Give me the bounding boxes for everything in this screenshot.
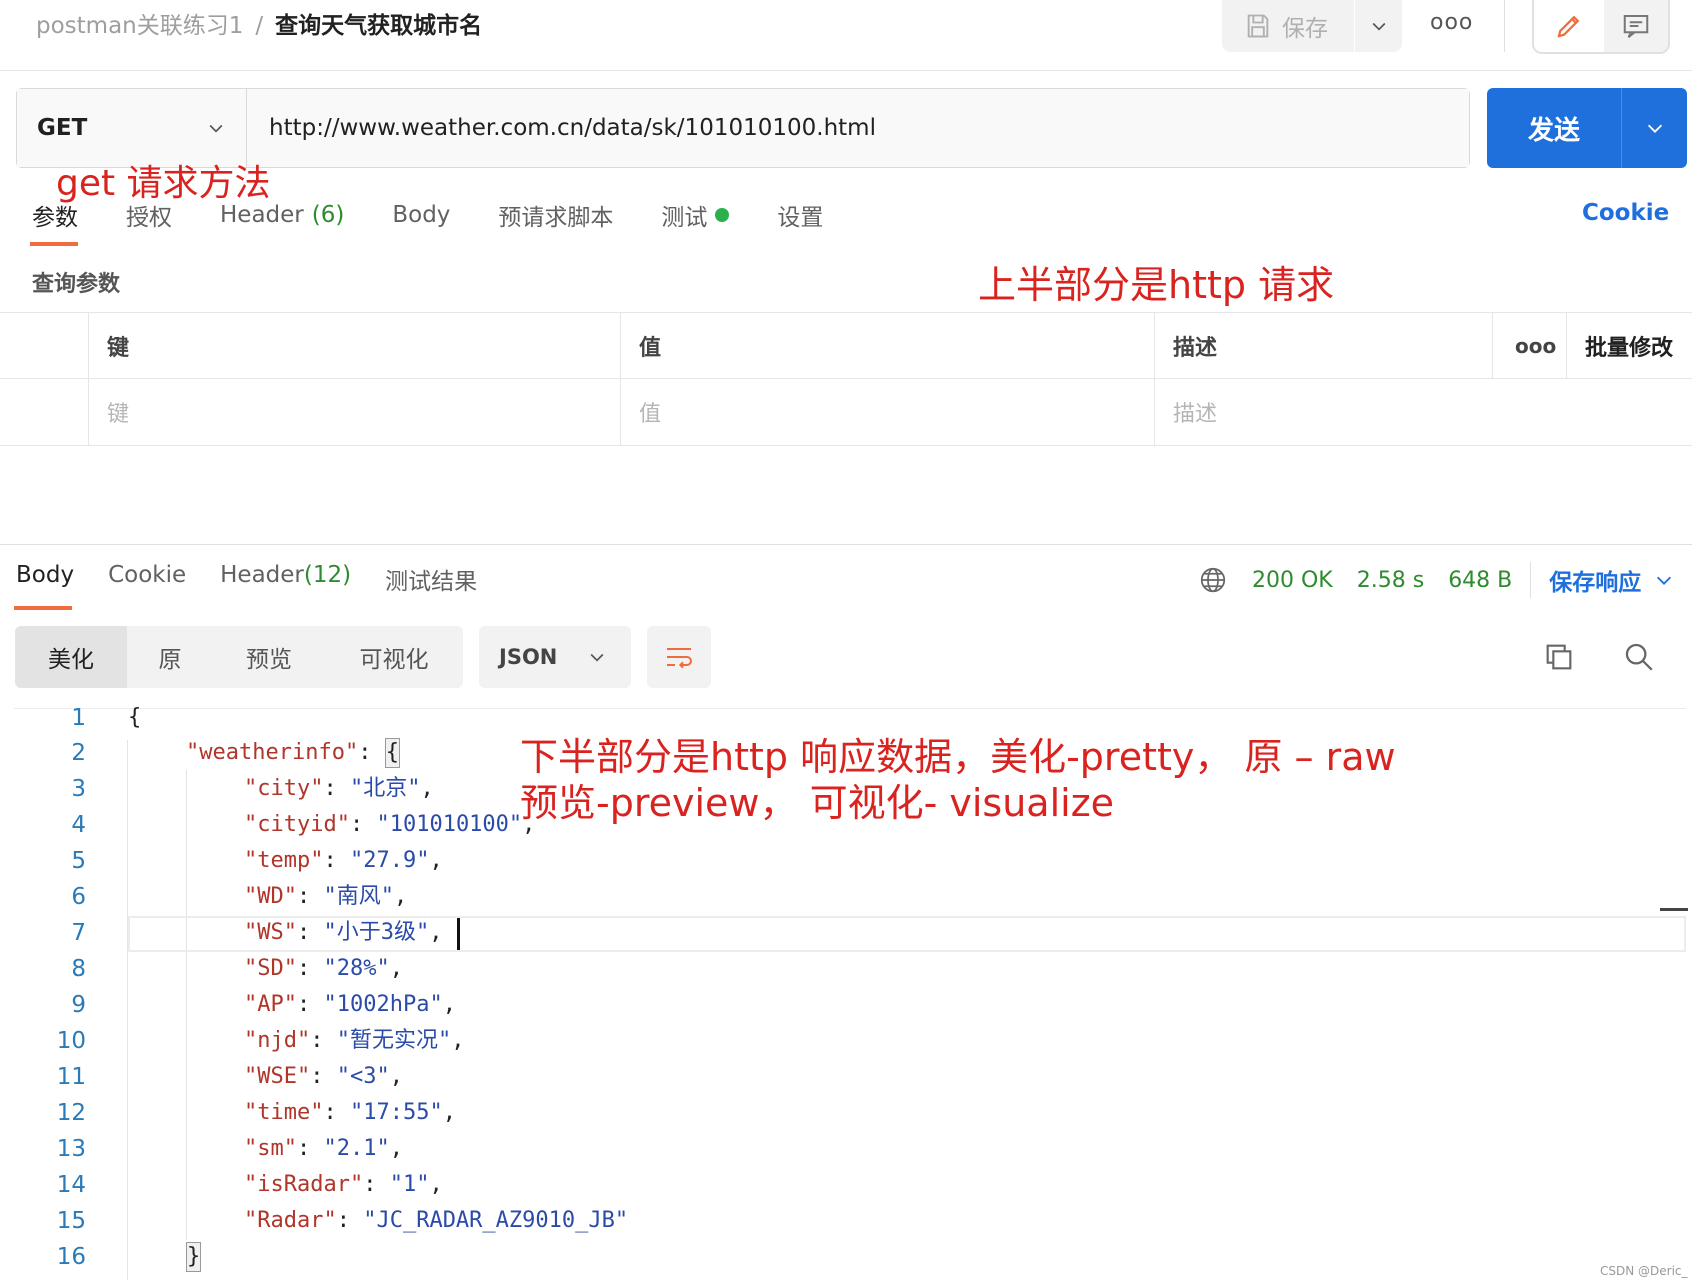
- code-line-15: 15 "Radar": "JC_RADAR_AZ9010_JB": [14, 1203, 1686, 1239]
- line-number: 8: [71, 956, 86, 982]
- line-number: 9: [71, 992, 86, 1018]
- json-value: "1": [389, 1172, 430, 1197]
- json-value: "小于3级": [323, 920, 430, 945]
- json-value: "27.9": [349, 848, 430, 873]
- json-key: "temp": [244, 848, 324, 873]
- json-comma: ,: [429, 848, 443, 873]
- line-number: 14: [56, 1172, 86, 1198]
- line-number: 5: [71, 848, 86, 874]
- line-number: 1: [71, 705, 86, 731]
- code-line-14: 14 "isRadar": "1",: [14, 1167, 1686, 1203]
- json-comma: ,: [442, 1100, 456, 1125]
- code-line-8: 8 "SD": "28%",: [14, 951, 1686, 987]
- code-line-13: 13 "sm": "2.1",: [14, 1131, 1686, 1167]
- json-key: "weatherinfo": [186, 740, 359, 765]
- json-brace-matched: }: [186, 1242, 202, 1272]
- json-value: "南风": [323, 884, 394, 909]
- line-number: 4: [71, 812, 86, 838]
- json-key: "njd": [244, 1028, 311, 1053]
- json-brace: {: [128, 705, 142, 730]
- annotation-response-line2: 预览-preview， 可视化- visualize: [520, 781, 1115, 825]
- line-number: 3: [71, 776, 86, 802]
- json-key: "WSE": [244, 1064, 311, 1089]
- json-key: "sm": [244, 1136, 297, 1161]
- json-key: "WD": [244, 884, 297, 909]
- text-cursor: [457, 918, 460, 950]
- line-number: 11: [56, 1064, 86, 1090]
- line-number: 6: [71, 884, 86, 910]
- json-key: "city": [244, 776, 324, 801]
- json-key: "time": [244, 1100, 324, 1125]
- json-value: "<3": [336, 1064, 390, 1089]
- code-line-5: 5 "temp": "27.9",: [14, 843, 1686, 879]
- json-comma: ,: [429, 920, 443, 945]
- line-number: 12: [56, 1100, 86, 1126]
- json-value: "101010100": [376, 812, 523, 837]
- code-line-9: 9 "AP": "1002hPa",: [14, 987, 1686, 1023]
- json-key: "cityid": [244, 812, 350, 837]
- annotation-request: 上半部分是http 请求: [978, 263, 1335, 307]
- code-line-7: 7 "WS": "小于3级",: [14, 915, 1686, 951]
- line-number: 16: [56, 1244, 86, 1270]
- json-brace-matched: {: [384, 738, 400, 768]
- code-line-16: 16}: [14, 1239, 1686, 1275]
- code-line-6: 6 "WD": "南风",: [14, 879, 1686, 915]
- json-value: "17:55": [349, 1100, 443, 1125]
- json-colon: :: [358, 740, 385, 765]
- json-comma: ,: [420, 776, 434, 801]
- line-number: 10: [56, 1028, 86, 1054]
- json-comma: ,: [393, 884, 408, 909]
- code-line-10: 10 "njd": "暂无实况",: [14, 1023, 1686, 1059]
- json-comma: ,: [389, 1064, 403, 1089]
- line-number: 2: [71, 740, 86, 766]
- code-line-11: 11 "WSE": "<3",: [14, 1059, 1686, 1095]
- json-comma: ,: [429, 1172, 443, 1197]
- json-key: "Radar": [244, 1208, 337, 1233]
- line-number: 7: [71, 920, 86, 946]
- json-comma: ,: [389, 1136, 403, 1161]
- json-value: "1002hPa": [323, 992, 443, 1017]
- json-value: "暂无实况": [336, 1028, 452, 1053]
- line-number: 15: [56, 1208, 86, 1234]
- json-key: "SD": [244, 956, 297, 981]
- json-value: "28%": [323, 956, 390, 981]
- scrollbar-marker[interactable]: [1660, 908, 1688, 911]
- json-key: "isRadar": [244, 1172, 364, 1197]
- json-comma: ,: [389, 956, 403, 981]
- code-line-12: 12 "time": "17:55",: [14, 1095, 1686, 1131]
- json-comma: ,: [451, 1028, 465, 1053]
- json-key: "WS": [244, 920, 297, 945]
- json-value: "北京": [349, 776, 421, 801]
- annotation-method: get 请求方法: [56, 163, 271, 204]
- json-key: "AP": [244, 992, 297, 1017]
- json-value: "JC_RADAR_AZ9010_JB": [363, 1208, 629, 1233]
- watermark: CSDN @Deric_: [1600, 1264, 1688, 1278]
- line-number: 13: [56, 1136, 86, 1162]
- json-value: "2.1": [323, 1136, 390, 1161]
- json-comma: ,: [442, 992, 456, 1017]
